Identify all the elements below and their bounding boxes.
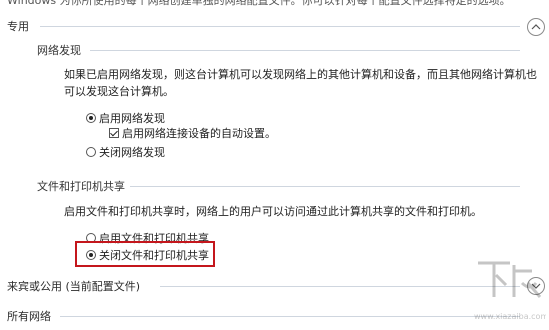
radio-disable-file-printer-sharing[interactable]	[86, 250, 96, 260]
svg-text:www.xiazaiba.com: www.xiazaiba.com	[474, 312, 546, 321]
section-title-guest-public[interactable]: 来宾或公用 (当前配置文件)	[7, 278, 140, 294]
section-divider-private	[40, 26, 520, 27]
chevron-up-icon	[531, 24, 541, 30]
collapse-private-button[interactable]	[527, 18, 545, 36]
radio-enable-network-discovery[interactable]	[86, 113, 96, 123]
watermark-logo-icon: www.xiazaiba.com	[474, 261, 546, 321]
file-printer-sharing-description: 启用文件和打印机共享时，网络上的用户可以访问通过此计算机共享的文件和打印机。	[64, 205, 482, 218]
file-printer-sharing-heading: 文件和打印机共享	[37, 180, 125, 193]
section-title-private: 专用	[7, 20, 29, 33]
section-title-all-networks[interactable]: 所有网络	[7, 308, 51, 324]
radio-disable-network-discovery[interactable]	[86, 147, 96, 157]
section-divider-all-networks	[60, 316, 520, 317]
network-discovery-description-line2: 可以发现这台计算机。	[64, 85, 174, 98]
page-intro-text: Windows 为你所使用的每个网络创建单独的网络配置文件。你可以针对每个配置文…	[7, 0, 511, 7]
disable-file-printer-sharing-label[interactable]: 关闭文件和打印机共享	[99, 247, 209, 263]
network-discovery-description-line1: 如果已启用网络发现，则这台计算机可以发现网络上的其他计算机和设备，而且其他网络计…	[64, 68, 537, 81]
network-discovery-heading: 网络发现	[37, 44, 81, 57]
section-divider-guest-public	[160, 286, 520, 287]
file-printer-sharing-divider	[130, 186, 520, 187]
network-discovery-divider	[90, 50, 520, 51]
auto-setup-label[interactable]: 启用网络连接设备的自动设置。	[122, 125, 276, 141]
enable-network-discovery-label[interactable]: 启用网络发现	[99, 110, 165, 126]
disable-network-discovery-label[interactable]: 关闭网络发现	[99, 144, 165, 160]
checkbox-auto-setup[interactable]	[109, 128, 119, 138]
